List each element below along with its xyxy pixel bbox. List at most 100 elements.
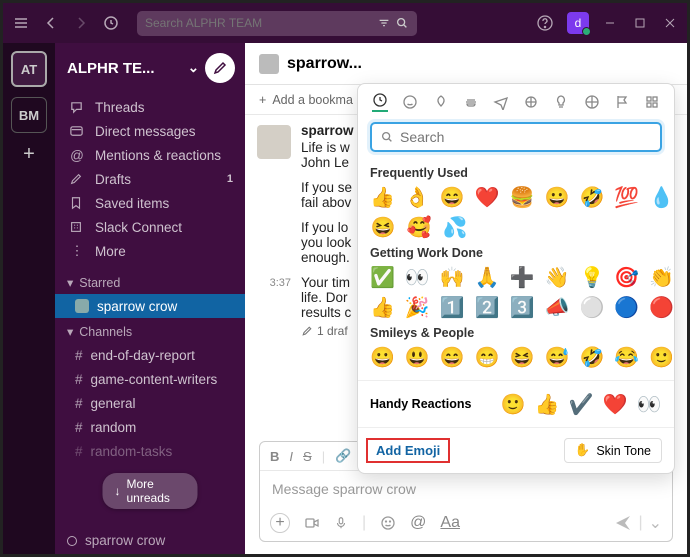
tab-activities-icon[interactable] xyxy=(523,92,539,112)
emoji[interactable]: 💯 xyxy=(614,184,639,210)
emoji[interactable]: 😁 xyxy=(475,344,500,370)
emoji[interactable]: 😀 xyxy=(545,184,570,210)
emoji[interactable]: 😂 xyxy=(614,344,639,370)
emoji[interactable]: 😆 xyxy=(510,344,535,370)
emoji[interactable]: 👍 xyxy=(370,294,395,320)
channel-item[interactable]: #general xyxy=(55,391,245,415)
tab-smileys-icon[interactable] xyxy=(402,92,418,112)
emoji[interactable]: 2️⃣ xyxy=(475,294,500,320)
workspace-header[interactable]: ALPHR TE... ⌄ xyxy=(55,43,245,93)
nav-connect[interactable]: Slack Connect xyxy=(63,215,239,239)
emoji[interactable]: 👏 xyxy=(649,264,674,290)
emoji[interactable]: 👀 xyxy=(405,264,430,290)
emoji[interactable]: 🎉 xyxy=(405,294,430,320)
link-icon[interactable]: 🔗 xyxy=(335,448,351,464)
emoji[interactable]: ❤️ xyxy=(475,184,500,210)
emoji[interactable]: 🙌 xyxy=(440,264,465,290)
video-icon[interactable] xyxy=(304,515,320,531)
emoji[interactable]: 😆 xyxy=(370,214,396,240)
emoji[interactable]: ✅ xyxy=(370,264,395,290)
workspace-switch[interactable]: BM xyxy=(11,97,47,133)
emoji-search[interactable] xyxy=(370,122,662,152)
user-avatar[interactable]: d xyxy=(567,12,589,34)
channel-item[interactable]: #end-of-day-report xyxy=(55,343,245,367)
tab-flags-icon[interactable] xyxy=(614,92,630,112)
starred-item[interactable]: sparrow crow xyxy=(55,294,245,318)
compose-input[interactable]: Message sparrow crow xyxy=(260,471,672,507)
handy-emoji[interactable]: 👀 xyxy=(636,391,662,417)
emoji[interactable]: 🔵 xyxy=(614,294,639,320)
emoji[interactable]: 💡 xyxy=(579,264,604,290)
compose-button[interactable] xyxy=(205,53,235,83)
emoji[interactable]: 🍔 xyxy=(510,184,535,210)
emoji[interactable]: 🙂 xyxy=(649,344,674,370)
emoji[interactable]: 💧 xyxy=(649,184,674,210)
emoji[interactable]: 😅 xyxy=(545,344,570,370)
emoji[interactable]: 1️⃣ xyxy=(440,294,465,320)
tab-recent-icon[interactable] xyxy=(372,92,388,112)
emoji[interactable]: 🎯 xyxy=(614,264,639,290)
tab-objects-icon[interactable] xyxy=(553,92,569,112)
send-button[interactable] xyxy=(614,514,632,532)
close-icon[interactable] xyxy=(661,14,679,32)
back-icon[interactable] xyxy=(41,13,61,33)
emoji[interactable]: 😀 xyxy=(370,344,395,370)
add-emoji-button[interactable]: Add Emoji xyxy=(366,438,450,463)
emoji[interactable]: 3️⃣ xyxy=(510,294,535,320)
emoji[interactable]: 💦 xyxy=(442,214,468,240)
filter-icon[interactable] xyxy=(377,16,391,30)
format-toggle-icon[interactable]: Aa xyxy=(440,514,460,532)
history-icon[interactable] xyxy=(101,13,121,33)
strike-icon[interactable]: S xyxy=(303,449,312,464)
avatar[interactable] xyxy=(257,125,291,159)
search-input[interactable] xyxy=(145,16,377,30)
forward-icon[interactable] xyxy=(71,13,91,33)
tab-custom-icon[interactable] xyxy=(644,92,660,112)
emoji[interactable]: 👍 xyxy=(370,184,395,210)
emoji[interactable]: 😄 xyxy=(440,184,465,210)
add-workspace-icon[interactable]: + xyxy=(23,143,35,166)
handy-emoji[interactable]: ✔️ xyxy=(568,391,594,417)
more-unreads-pill[interactable]: ↓ More unreads xyxy=(103,473,198,509)
emoji[interactable]: 🤣 xyxy=(579,184,604,210)
nav-mentions[interactable]: @ Mentions & reactions xyxy=(63,143,239,167)
starred-section[interactable]: ▾ Starred xyxy=(55,269,245,294)
nav-more[interactable]: ⋮ More xyxy=(63,239,239,263)
handy-emoji[interactable]: 👍 xyxy=(534,391,560,417)
mic-icon[interactable] xyxy=(334,515,348,531)
channels-section[interactable]: ▾ Channels xyxy=(55,318,245,343)
minimize-icon[interactable] xyxy=(601,14,619,32)
mention-icon[interactable]: @ xyxy=(410,514,426,532)
emoji[interactable]: 😄 xyxy=(440,344,465,370)
emoji[interactable]: 👋 xyxy=(545,264,570,290)
tab-nature-icon[interactable] xyxy=(432,92,448,112)
tab-travel-icon[interactable] xyxy=(493,92,509,112)
attach-plus-icon[interactable]: + xyxy=(270,513,290,533)
tab-food-icon[interactable] xyxy=(463,92,479,112)
workspace-switch[interactable]: AT xyxy=(11,51,47,87)
emoji[interactable]: 🥰 xyxy=(406,214,432,240)
emoji[interactable]: 📣 xyxy=(545,294,570,320)
nav-threads[interactable]: Threads xyxy=(63,95,239,119)
emoji[interactable]: 🙏 xyxy=(475,264,500,290)
maximize-icon[interactable] xyxy=(631,14,649,32)
emoji[interactable]: 😃 xyxy=(405,344,430,370)
nav-dm[interactable]: Direct messages xyxy=(63,119,239,143)
dm-item[interactable]: sparrow crow xyxy=(55,527,245,554)
tab-symbols-icon[interactable] xyxy=(583,92,599,112)
channel-title[interactable]: sparrow... xyxy=(287,55,362,73)
emoji[interactable]: 🔴 xyxy=(649,294,674,320)
emoji-search-input[interactable] xyxy=(400,129,652,145)
emoji[interactable]: 🤣 xyxy=(579,344,604,370)
emoji[interactable]: ➕ xyxy=(510,264,535,290)
skin-tone-button[interactable]: ✋ Skin Tone xyxy=(564,438,662,463)
handy-emoji[interactable]: 🙂 xyxy=(500,391,526,417)
emoji[interactable]: ⚪ xyxy=(579,294,604,320)
search-box[interactable] xyxy=(137,11,417,36)
emoji-icon[interactable] xyxy=(380,515,396,531)
italic-icon[interactable]: I xyxy=(289,449,293,464)
bold-icon[interactable]: B xyxy=(270,449,279,464)
menu-icon[interactable] xyxy=(11,13,31,33)
channel-item[interactable]: #game-content-writers xyxy=(55,367,245,391)
nav-saved[interactable]: Saved items xyxy=(63,191,239,215)
